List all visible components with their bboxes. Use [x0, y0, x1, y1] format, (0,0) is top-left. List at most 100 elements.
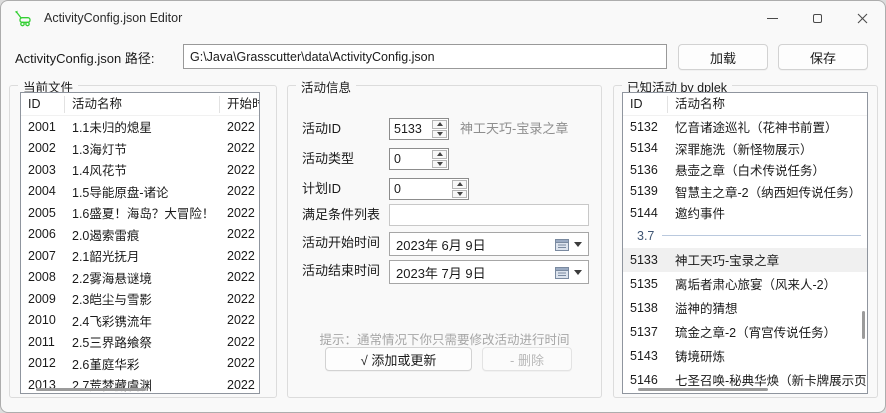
current-file-table-header: ID 活动名称 开始时间 [21, 93, 259, 116]
cell: 邀约事件 [668, 203, 867, 222]
schedule-id-value[interactable]: 0 [390, 179, 451, 199]
calendar-icon [555, 265, 571, 280]
condition-list-input[interactable] [389, 204, 589, 226]
list-item[interactable]: 5137琉金之章-2（宵宫传说任务） [623, 320, 867, 344]
known-activities-header: ID 活动名称 [623, 93, 867, 116]
cell: 1.3海灯节 [65, 139, 220, 158]
spin-up-icon[interactable] [452, 180, 467, 189]
close-icon[interactable] [840, 1, 885, 35]
table-row[interactable]: 20082.2雾海悬谜境2022 [21, 267, 259, 289]
horizontal-scrollbar-thumb[interactable] [638, 388, 768, 391]
list-item-selected[interactable]: 5133神工天巧-宝录之章 [623, 248, 867, 272]
activity-id-spinner[interactable]: 5133 [389, 118, 449, 140]
table-row[interactable]: 20132.7荒梦藏虞渊2022 [21, 374, 259, 394]
cell: 5132 [623, 120, 668, 134]
path-input[interactable] [183, 44, 667, 69]
begin-time-datepicker[interactable]: 2023年 6月 9日 [389, 232, 589, 256]
condition-list-label: 满足条件列表 [302, 204, 380, 226]
list-item[interactable]: 5135离垢者肃心旅宴（风来人-2） [623, 272, 867, 296]
known-activities-group: 已知活动 by dplek ID 活动名称 5132忆音诸途巡礼（花神书前置）5… [613, 85, 878, 398]
spinner-buttons [451, 179, 468, 199]
cell: 2010 [21, 313, 65, 327]
cell: 2022 [220, 141, 259, 155]
list-item[interactable]: 5139智慧主之章-2（纳西妲传说任务） [623, 181, 867, 203]
list-item[interactable]: 5136悬壶之章（白术传说任务） [623, 159, 867, 181]
activity-id-value[interactable]: 5133 [390, 119, 431, 139]
cell: 5135 [623, 277, 668, 291]
column-header-name[interactable]: 活动名称 [65, 96, 220, 113]
spin-up-icon[interactable] [432, 120, 447, 129]
version-separator: 3.7 [623, 224, 867, 248]
end-time-datepicker[interactable]: 2023年 7月 9日 [389, 260, 589, 284]
activity-type-value[interactable]: 0 [390, 149, 431, 169]
table-row[interactable]: 20102.4飞彩镌流年2022 [21, 310, 259, 332]
column-header-start[interactable]: 开始时间 [220, 96, 259, 113]
spin-down-icon[interactable] [452, 190, 467, 199]
activity-info-group: 活动信息 活动ID 5133 神工天巧-宝录之章 活动类型 0 计划ID 0 [287, 85, 602, 398]
titlebar[interactable]: ActivityConfig.json Editor [1, 1, 885, 35]
table-row[interactable]: 20072.1韶光抚月2022 [21, 245, 259, 267]
chevron-down-icon[interactable] [574, 242, 582, 247]
cell: 2.3皑尘与雪影 [65, 289, 220, 308]
schedule-id-spinner[interactable]: 0 [389, 178, 469, 200]
cell: 2007 [21, 249, 65, 263]
cell: 2022 [220, 227, 259, 241]
begin-time-value[interactable]: 2023年 6月 9日 [390, 235, 555, 254]
add-or-update-button[interactable]: √ 添加或更新 [325, 347, 472, 371]
spin-down-icon[interactable] [432, 160, 447, 169]
cell: 2022 [220, 120, 259, 134]
list-item[interactable]: 5144邀约事件 [623, 202, 867, 224]
table-row[interactable]: 20041.5导能原盘-诸论2022 [21, 181, 259, 203]
cell: 1.5导能原盘-诸论 [65, 182, 220, 201]
cell: 5137 [623, 325, 668, 339]
column-header-name[interactable]: 活动名称 [668, 96, 867, 113]
cell: 离垢者肃心旅宴（风来人-2） [668, 274, 867, 293]
cell: 铸境研炼 [668, 346, 867, 365]
activity-id-label: 活动ID [302, 118, 341, 140]
cell: 忆音诸途巡礼（花神书前置） [668, 117, 867, 136]
cell: 2022 [220, 335, 259, 349]
end-time-label: 活动结束时间 [302, 260, 380, 282]
list-item[interactable]: 5143铸境研炼 [623, 344, 867, 368]
cell: 2022 [220, 163, 259, 177]
column-header-id[interactable]: ID [623, 96, 668, 113]
cell: 1.6盛夏！海岛？大冒险！ [65, 203, 220, 222]
cell: 5134 [623, 141, 668, 155]
window-title: ActivityConfig.json Editor [44, 11, 182, 25]
spin-up-icon[interactable] [432, 150, 447, 159]
hint-text: 提示：通常情况下你只需要修改活动进行时间 [288, 329, 601, 348]
end-time-value[interactable]: 2023年 7月 9日 [390, 263, 555, 282]
table-row[interactable]: 20092.3皑尘与雪影2022 [21, 288, 259, 310]
cell: 智慧主之章-2（纳西妲传说任务） [668, 182, 867, 201]
horizontal-scrollbar-thumb[interactable] [36, 388, 146, 391]
minimize-icon[interactable] [750, 1, 795, 35]
vertical-scrollbar-thumb[interactable] [862, 311, 865, 339]
chevron-down-icon[interactable] [574, 270, 582, 275]
cell: 5143 [623, 349, 668, 363]
table-row[interactable]: 20122.6堇庭华彩2022 [21, 353, 259, 375]
load-button[interactable]: 加载 [678, 44, 768, 70]
activity-type-spinner[interactable]: 0 [389, 148, 449, 170]
cell: 2009 [21, 292, 65, 306]
column-header-id[interactable]: ID [21, 96, 65, 113]
table-row[interactable]: 20031.4风花节2022 [21, 159, 259, 181]
calendar-icon [555, 237, 571, 252]
table-row[interactable]: 20051.6盛夏！海岛？大冒险！2022 [21, 202, 259, 224]
spin-down-icon[interactable] [432, 130, 447, 139]
cell: 5133 [623, 253, 668, 267]
table-row[interactable]: 20011.1未归的熄星2022 [21, 116, 259, 138]
table-row[interactable]: 20062.0遏索雷痕2022 [21, 224, 259, 246]
list-item[interactable]: 5132忆音诸途巡礼（花神书前置） [623, 116, 867, 138]
save-button[interactable]: 保存 [778, 44, 868, 70]
list-item[interactable]: 5134深罪施洗（新怪物展示） [623, 138, 867, 160]
begin-time-label: 活动开始时间 [302, 232, 380, 254]
cell: 5138 [623, 301, 668, 315]
known-activities-rows: 5132忆音诸途巡礼（花神书前置）5134深罪施洗（新怪物展示）5136悬壶之章… [623, 116, 867, 392]
cell: 2022 [220, 356, 259, 370]
maximize-icon[interactable] [795, 1, 840, 35]
cell: 七圣召唤-秘典华焕（新卡牌展示页） [668, 370, 867, 389]
table-row[interactable]: 20112.5三界路飨祭2022 [21, 331, 259, 353]
table-row[interactable]: 20021.3海灯节2022 [21, 138, 259, 160]
cell: 2011 [21, 335, 65, 349]
list-item[interactable]: 5138溢神的猜想 [623, 296, 867, 320]
